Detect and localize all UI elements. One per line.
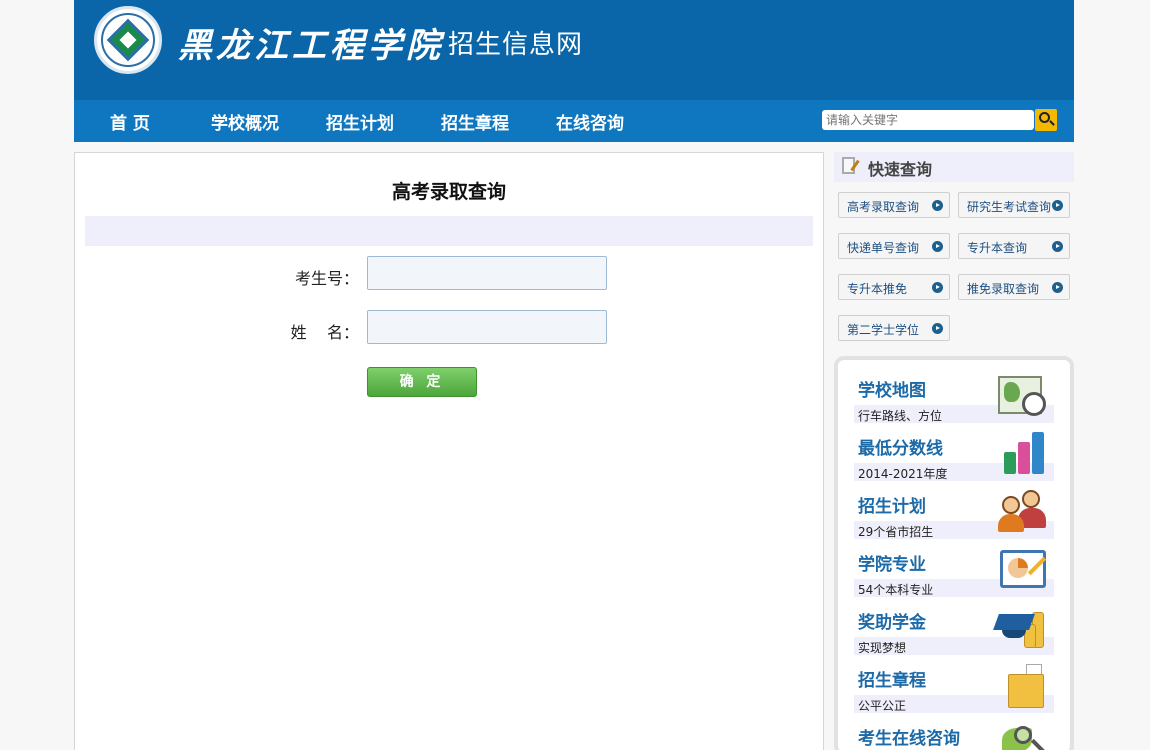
quick-btn-second-degree[interactable]: 第二学士学位 — [838, 315, 950, 341]
quick-btn-upgrade-recommend[interactable]: 专升本推免 — [838, 274, 950, 300]
quick-btn-label: 研究生考试查询 — [967, 200, 1052, 214]
link-admission-plan[interactable]: 招生计划 29个省市招生 — [854, 488, 1054, 546]
magnifier-icon — [996, 720, 1050, 750]
quick-btn-upgrade[interactable]: 专升本查询 — [958, 233, 1070, 259]
link-title: 招生计划 — [858, 497, 926, 517]
link-subtitle: 29个省市招生 — [858, 525, 934, 539]
name-label: 姓 名： — [290, 323, 359, 342]
quick-btn-label: 第二学士学位 — [847, 323, 920, 337]
arrow-right-icon — [1052, 282, 1063, 293]
exam-number-input[interactable] — [367, 256, 607, 290]
title-divider-bar — [85, 216, 813, 246]
quick-btn-label: 专升本推免 — [847, 282, 908, 296]
search-document-icon — [842, 157, 860, 175]
quick-btn-graduate[interactable]: 研究生考试查询 — [958, 192, 1070, 218]
page-title: 高考录取查询 — [391, 181, 506, 203]
folder-icon — [996, 662, 1050, 710]
name-input[interactable] — [367, 310, 607, 344]
arrow-right-icon — [1052, 200, 1063, 211]
school-name: 黑龙江工程学院 — [178, 26, 444, 66]
search-icon-handle — [1049, 120, 1055, 126]
link-school-map[interactable]: 学校地图 行车路线、方位 — [854, 372, 1054, 430]
presentation-board-icon — [996, 546, 1050, 594]
nav-item-consult[interactable]: 在线咨询 — [556, 109, 624, 134]
site-header: 黑龙江工程学院 招生信息网 — [74, 0, 1074, 100]
quick-btn-gaokao[interactable]: 高考录取查询 — [838, 192, 950, 218]
link-title: 学校地图 — [858, 381, 926, 401]
arrow-right-icon — [932, 200, 943, 211]
quick-btn-label: 快递单号查询 — [847, 241, 920, 255]
link-subtitle: 行车路线、方位 — [858, 409, 943, 423]
search-button[interactable] — [1035, 109, 1057, 131]
bar-chart-icon — [996, 430, 1050, 478]
school-logo[interactable] — [94, 6, 162, 74]
search-input[interactable] — [826, 111, 1034, 129]
quick-btn-recommend-admission[interactable]: 推免录取查询 — [958, 274, 1070, 300]
nav-item-home[interactable]: 首 页 — [110, 109, 150, 134]
link-subtitle: 实现梦想 — [858, 641, 907, 655]
graduation-cap-coins-icon — [993, 604, 1050, 652]
map-compass-icon — [996, 372, 1050, 420]
quick-btn-label: 推免录取查询 — [967, 282, 1040, 296]
nav-item-overview[interactable]: 学校概况 — [211, 109, 279, 134]
arrow-right-icon — [1052, 241, 1063, 252]
main-panel: 高考录取查询 考生号： 姓 名： 确 定 — [74, 152, 824, 750]
link-charter[interactable]: 招生章程 公平公正 — [854, 662, 1054, 720]
main-nav: 首 页 学校概况 招生计划 招生章程 在线咨询 — [74, 100, 1074, 142]
search-box — [822, 110, 1034, 130]
nav-item-charter[interactable]: 招生章程 — [441, 109, 509, 134]
arrow-right-icon — [932, 323, 943, 334]
link-title: 招生章程 — [858, 671, 926, 691]
quick-search-header: 快速查询 — [834, 152, 1074, 182]
link-subtitle: 2014-2021年度 — [858, 467, 948, 481]
link-majors[interactable]: 学院专业 54个本科专业 — [854, 546, 1054, 604]
quick-btn-label: 高考录取查询 — [847, 200, 920, 214]
link-min-scores[interactable]: 最低分数线 2014-2021年度 — [854, 430, 1054, 488]
people-icon — [996, 488, 1050, 536]
exam-number-label: 考生号： — [294, 269, 359, 288]
link-title: 奖助学金 — [858, 613, 926, 633]
link-title: 最低分数线 — [858, 439, 943, 459]
arrow-right-icon — [932, 241, 943, 252]
link-subtitle: 54个本科专业 — [858, 583, 934, 597]
link-scholarships[interactable]: 奖助学金 实现梦想 — [854, 604, 1054, 662]
confirm-button[interactable]: 确 定 — [367, 367, 477, 397]
page-wrapper: 黑龙江工程学院 招生信息网 首 页 学校概况 招生计划 招生章程 在线咨询 高考… — [74, 0, 1074, 750]
arrow-right-icon — [932, 282, 943, 293]
link-title: 考生在线咨询 — [858, 729, 960, 749]
link-online-consult[interactable]: 考生在线咨询 — [854, 720, 1054, 750]
quick-search-title: 快速查询 — [868, 160, 933, 179]
site-name: 招生信息网 — [448, 30, 584, 60]
link-subtitle: 公平公正 — [858, 699, 907, 713]
nav-item-plan[interactable]: 招生计划 — [326, 109, 394, 134]
feature-links-panel: 学校地图 行车路线、方位 最低分数线 2014-2021年度 招生计划 29个省… — [834, 356, 1074, 750]
quick-btn-express[interactable]: 快递单号查询 — [838, 233, 950, 259]
link-title: 学院专业 — [858, 555, 926, 575]
quick-btn-label: 专升本查询 — [967, 241, 1028, 255]
